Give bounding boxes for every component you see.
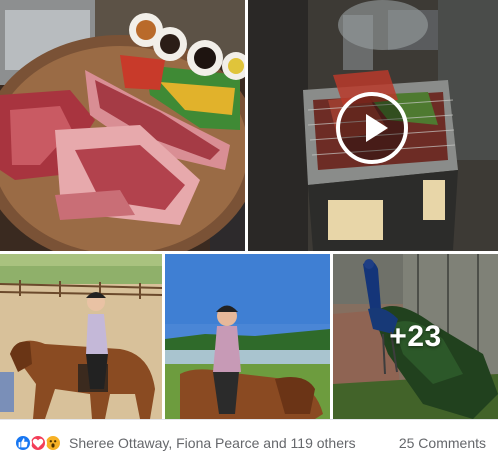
play-icon[interactable] — [336, 92, 408, 164]
more-photos-overlay[interactable]: +23 — [333, 254, 498, 419]
horse-lake-image — [165, 254, 330, 419]
comments-count[interactable]: 25 Comments — [399, 435, 486, 451]
photo-peacock-more[interactable]: +23 — [333, 254, 498, 419]
more-photos-count: +23 — [389, 319, 442, 353]
photo-horse-lake[interactable] — [165, 254, 330, 419]
video-bbq-grill[interactable] — [248, 0, 498, 251]
photo-food-platter[interactable] — [0, 0, 245, 251]
horse-arena-image — [0, 254, 162, 419]
photo-horse-arena[interactable] — [0, 254, 162, 419]
reaction-bar: Sheree Ottaway, Fiona Pearce and 119 oth… — [0, 419, 498, 466]
food-platter-image — [0, 0, 245, 251]
reaction-summary[interactable]: Sheree Ottaway, Fiona Pearce and 119 oth… — [69, 435, 356, 451]
like-icon — [14, 434, 32, 452]
reaction-icons[interactable] — [14, 434, 62, 452]
